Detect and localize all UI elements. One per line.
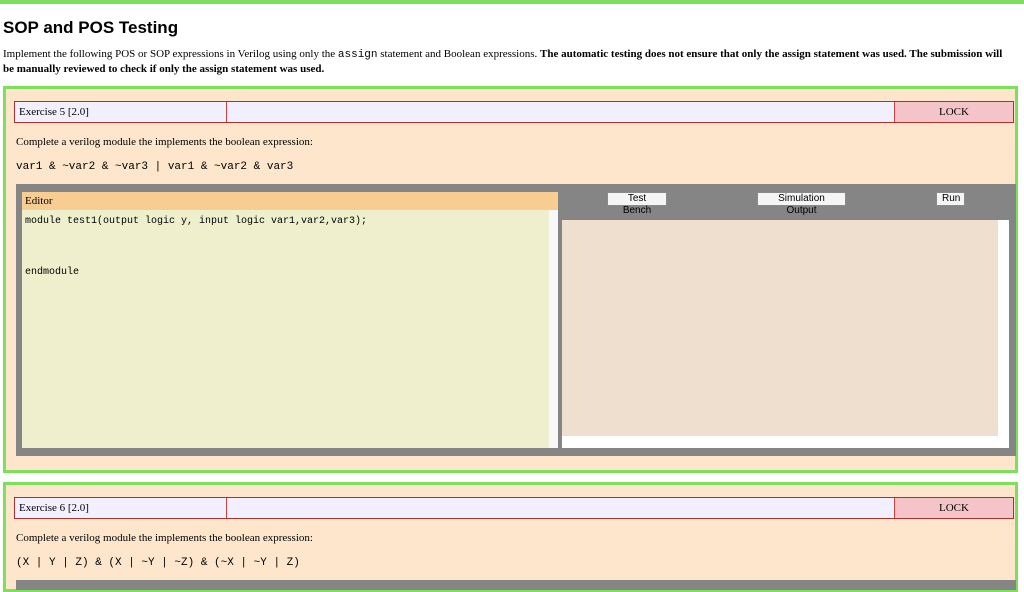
editor-header: Editor [22,192,558,210]
lock-button[interactable]: LOCK [894,498,1013,518]
exercise-header: Exercise 5 [2.0] LOCK [14,101,1014,123]
exercise-description: Complete a verilog module the implements… [16,136,313,148]
exercise-5: Exercise 5 [2.0] LOCK Complete a verilog… [3,86,1018,473]
instructions-text-mid: statement and Boolean expressions. [377,48,541,60]
editor-scrollbar[interactable] [549,210,558,448]
run-button[interactable]: Run [936,192,965,206]
workspace: Editor module test1(output logic y, inpu… [16,184,1016,456]
simulation-output-button[interactable]: Simulation Output [757,192,846,216]
exercise-6: Exercise 6 [2.0] LOCK Complete a verilog… [3,482,1018,592]
code-editor[interactable]: module test1(output logic y, input logic… [22,210,558,448]
boolean-expression: var1 & ~var2 & ~var3 | var1 & ~var2 & va… [16,161,294,173]
instructions: Implement the following POS or SOP expre… [3,47,1015,76]
exercise-header: Exercise 6 [2.0] LOCK [14,497,1014,519]
instructions-code: assign [337,49,378,61]
test-bench-button[interactable]: Test Bench [607,192,667,216]
instructions-text: Implement the following POS or SOP expre… [3,48,338,60]
top-border [0,0,1024,4]
exercise-title-field [227,498,894,518]
exercise-title-field [227,102,894,122]
page-title: SOP and POS Testing [3,18,179,37]
exercise-label: Exercise 5 [2.0] [15,102,227,122]
exercise-description: Complete a verilog module the implements… [16,532,313,544]
boolean-expression: (X | Y | Z) & (X | ~Y | ~Z) & (~X | ~Y |… [16,557,300,569]
editor-code[interactable]: module test1(output logic y, input logic… [25,213,545,281]
exercise-label: Exercise 6 [2.0] [15,498,227,518]
output-panel [562,220,1009,448]
simulation-output-area [562,220,998,436]
lock-button[interactable]: LOCK [894,102,1013,122]
